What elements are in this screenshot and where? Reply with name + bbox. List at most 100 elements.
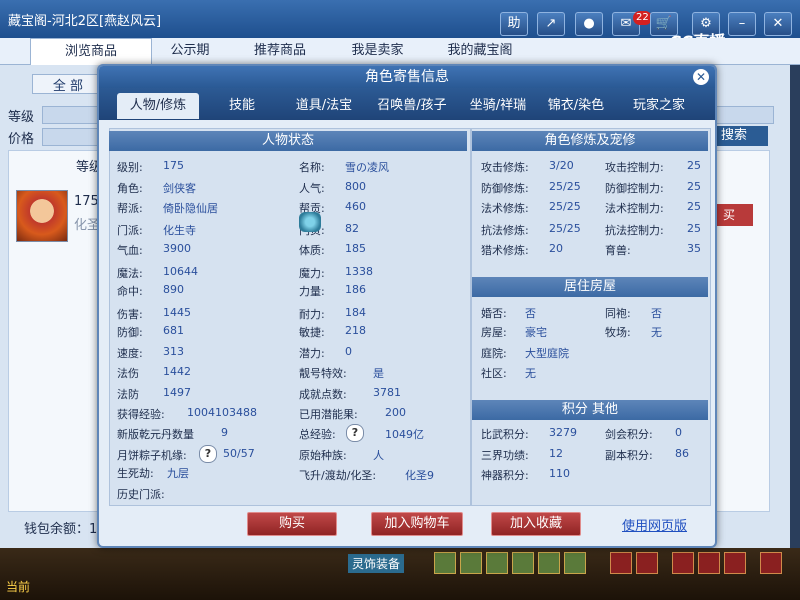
buy-button[interactable]: 购买 (247, 512, 337, 536)
house-label: 婚否: (481, 307, 507, 320)
stat-value: 化生寺 (163, 224, 196, 237)
stat-value: 186 (345, 283, 366, 296)
game-menu-icon[interactable] (698, 552, 720, 574)
cultivation-label: 攻击控制力: (605, 161, 664, 174)
record-icon[interactable]: ● (575, 12, 603, 36)
game-skill-icon[interactable] (486, 552, 508, 574)
pet-sprite (299, 212, 321, 232)
stat-value: 1004103488 (187, 406, 257, 419)
accessory-equip-button[interactable]: 灵饰装备 (348, 554, 405, 573)
help-button[interactable]: 助 (500, 12, 528, 36)
use-web-version-link[interactable]: 使用网页版 (622, 515, 687, 534)
tab-my-cbg[interactable]: 我的藏宝阁 (425, 38, 535, 64)
game-menu-icon[interactable] (760, 552, 782, 574)
cultivation-label: 防御控制力: (605, 182, 664, 195)
house-value: 无 (651, 326, 662, 339)
tab-recommend[interactable]: 推荐商品 (230, 38, 330, 64)
game-skill-icon[interactable] (564, 552, 586, 574)
stat-label: 成就点数: (299, 388, 347, 401)
score-label: 神器积分: (481, 469, 529, 482)
stat-label: 生死劫: (117, 467, 154, 480)
game-menu-icon[interactable] (636, 552, 658, 574)
dialog-close-icon[interactable]: ✕ (693, 69, 709, 85)
character-avatar[interactable] (16, 190, 68, 242)
stat-label: 魔法: (117, 267, 143, 280)
house-label: 牧场: (605, 326, 631, 339)
house-label: 庭院: (481, 347, 507, 360)
stat-value: 9 (221, 426, 228, 439)
stat-label: 帮派: (117, 202, 143, 215)
add-to-cart-button[interactable]: 加入购物车 (371, 512, 463, 536)
stat-label: 速度: (117, 347, 143, 360)
stat-value: 1338 (345, 265, 373, 278)
window-title: 藏宝阁-河北2区[燕赵风云] (8, 14, 162, 29)
tab-pets[interactable]: 召唤兽/孩子 (367, 93, 457, 119)
stat-value: 3781 (373, 386, 401, 399)
house-label: 房屋: (481, 326, 507, 339)
cultivation-value: 25/25 (549, 200, 581, 213)
cultivation-label: 法术控制力: (605, 202, 664, 215)
stat-value: 人 (373, 449, 384, 462)
stat-value: 681 (163, 324, 184, 337)
tab-costume[interactable]: 锦衣/染色 (539, 93, 613, 119)
stat-value: 是 (373, 367, 384, 380)
stat-label: 总经验: (299, 428, 336, 441)
game-skill-icon[interactable] (538, 552, 560, 574)
dialog-tab-bar: 人物/修炼 技能 道具/法宝 召唤兽/孩子 坐骑/祥瑞 锦衣/染色 玩家之家 (99, 88, 715, 120)
game-menu-icon[interactable] (672, 552, 694, 574)
close-icon[interactable]: ✕ (764, 12, 792, 36)
add-to-favorites-button[interactable]: 加入收藏 (491, 512, 581, 536)
tab-skills[interactable]: 技能 (207, 93, 277, 119)
stat-label: 防御: (117, 326, 143, 339)
stat-value: 倚卧隐仙居 (163, 202, 218, 215)
cultivation-label: 防御修炼: (481, 182, 529, 195)
tab-mounts[interactable]: 坐骑/祥瑞 (459, 93, 537, 119)
cultivation-value: 25/25 (549, 180, 581, 193)
cultivation-label: 抗法控制力: (605, 224, 664, 237)
score-label: 剑会积分: (605, 428, 653, 441)
stat-value: 0 (345, 345, 352, 358)
tab-publicity[interactable]: 公示期 (150, 38, 230, 64)
tab-character[interactable]: 人物/修炼 (117, 93, 199, 119)
cultivation-title: 角色修炼及宠修 (472, 131, 708, 151)
stat-label: 原始种族: (299, 449, 347, 462)
bg-tab-bar: 浏览商品 公示期 推荐商品 我是卖家 我的藏宝阁 (0, 38, 800, 65)
cultivation-label: 攻击修炼: (481, 161, 529, 174)
tab-home[interactable]: 玩家之家 (619, 93, 699, 119)
stat-label: 靓号特效: (299, 367, 347, 380)
minimize-icon[interactable]: – (728, 12, 756, 36)
stat-value: 10644 (163, 265, 198, 278)
game-menu-icon[interactable] (610, 552, 632, 574)
tab-items[interactable]: 道具/法宝 (285, 93, 363, 119)
all-filter-button[interactable]: 全 部 (32, 74, 104, 94)
stat-label: 法防 (117, 388, 139, 401)
stat-label: 敏捷: (299, 326, 325, 339)
score-label: 三界功绩: (481, 449, 529, 462)
stat-label: 魔力: (299, 267, 325, 280)
stat-label: 耐力: (299, 308, 325, 321)
help-question-icon[interactable]: ? (199, 445, 217, 463)
help-question-icon[interactable]: ? (346, 424, 364, 442)
stat-label: 力量: (299, 285, 325, 298)
house-label: 同袍: (605, 307, 631, 320)
cultivation-label: 育兽: (605, 244, 631, 257)
tab-browse[interactable]: 浏览商品 (30, 38, 152, 65)
tab-seller[interactable]: 我是卖家 (330, 38, 425, 64)
share-icon[interactable]: ↗ (537, 12, 565, 36)
role-sale-dialog: 角色寄售信息 ✕ 人物/修炼 技能 道具/法宝 召唤兽/孩子 坐骑/祥瑞 锦衣/… (97, 64, 717, 548)
stat-label: 命中: (117, 285, 143, 298)
title-bar: 藏宝阁-河北2区[燕赵风云] 助 ↗ ● ✉ 22 🛒 ⚙ – ✕ CC直播 (0, 0, 800, 51)
house-value: 否 (525, 307, 536, 320)
cultivation-value: 20 (549, 242, 563, 255)
game-menu-icon[interactable] (724, 552, 746, 574)
game-skill-icon[interactable] (434, 552, 456, 574)
cultivation-label: 猎术修炼: (481, 244, 529, 257)
house-label: 社区: (481, 367, 507, 380)
game-skill-icon[interactable] (460, 552, 482, 574)
game-skill-icon[interactable] (512, 552, 534, 574)
stat-label: 飞升/渡劫/化圣: (299, 469, 377, 482)
stat-value: 3900 (163, 242, 191, 255)
cultivation-value: 25/25 (549, 222, 581, 235)
stat-label: 级别: (117, 161, 143, 174)
cultivation-value: 35 (687, 242, 701, 255)
